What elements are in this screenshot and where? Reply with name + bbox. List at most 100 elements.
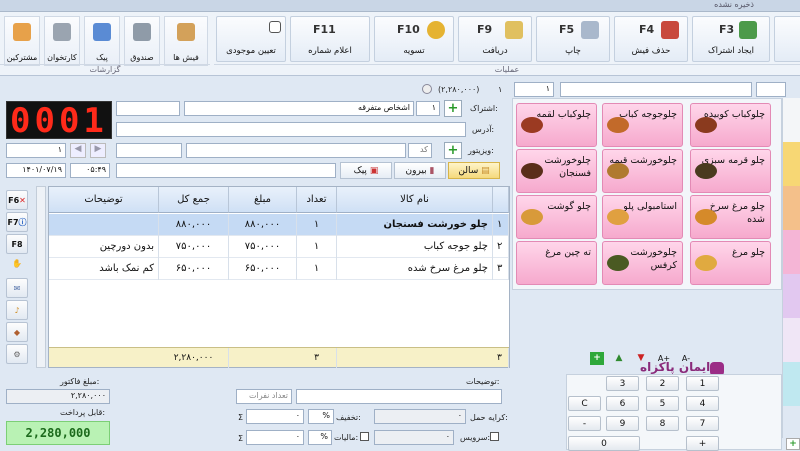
bell-button[interactable]: ♪: [6, 300, 28, 320]
visitor-code-input[interactable]: کد: [408, 143, 432, 158]
chicken-icon: [695, 209, 717, 225]
key-2[interactable]: 2: [646, 376, 679, 391]
key-3[interactable]: 3: [606, 376, 639, 391]
order-search-input[interactable]: [560, 82, 752, 97]
date-input[interactable]: ۱۴۰۱/۰۷/۱۹: [6, 163, 66, 178]
menu-item[interactable]: چلو مرغ سرخ شده: [690, 195, 771, 239]
f8-hand-button[interactable]: F8✋: [6, 234, 28, 268]
table-row[interactable]: کم نمک باشد ۶۵۰,۰۰۰ ۶۵۰,۰۰۰ ۱ چلو مرغ سر…: [49, 258, 509, 280]
f6-delete-row-button[interactable]: F6✕: [6, 190, 28, 210]
time-input[interactable]: ۰۵:۴۹: [70, 163, 110, 178]
add-subscription-button[interactable]: +: [444, 100, 462, 117]
cashbox-button[interactable]: صندوق: [124, 16, 160, 66]
cardex-button[interactable]: کارتخوان: [44, 16, 80, 66]
courier-type-button[interactable]: پیک ▣: [340, 162, 392, 179]
order-page-input[interactable]: ۱: [514, 82, 554, 97]
f7-info-button[interactable]: F7ⓘ: [6, 212, 28, 232]
key-7[interactable]: 7: [686, 416, 719, 431]
shipping-input[interactable]: ۰: [374, 409, 466, 424]
items-count-input[interactable]: تعداد نفرات: [236, 389, 292, 404]
invoices-button[interactable]: فیش ها: [164, 16, 208, 66]
tax-amount-input[interactable]: ۰: [246, 430, 304, 445]
key-1[interactable]: 1: [686, 376, 719, 391]
settings-button[interactable]: ⚙: [6, 344, 28, 364]
category-swatch[interactable]: [783, 318, 800, 362]
subscription-extra-input[interactable]: [116, 101, 180, 116]
receive-button[interactable]: F9 دریافت: [458, 16, 532, 62]
add-visitor-button[interactable]: +: [444, 142, 462, 159]
key-clear[interactable]: C: [568, 396, 601, 411]
key-plus[interactable]: +: [686, 436, 719, 451]
settle-button[interactable]: F10 تسویه: [374, 16, 454, 62]
more-ribbon-button[interactable]: [774, 16, 800, 62]
menu-item[interactable]: چلو قرمه سبزی: [690, 149, 771, 193]
table-row[interactable]: بدون دورچین ۷۵۰,۰۰۰ ۷۵۰,۰۰۰ ۱ چلو جوجه ک…: [49, 236, 509, 258]
message-button[interactable]: ✉: [6, 278, 28, 298]
announce-number-button[interactable]: F11 اعلام شماره: [290, 16, 370, 62]
discount-amount-input[interactable]: ۰: [246, 409, 304, 424]
sigma-tax: Σ: [238, 434, 244, 443]
service-input[interactable]: ۰: [374, 430, 454, 445]
discount-percent-input[interactable]: %: [308, 409, 334, 424]
subscription-no-input[interactable]: ۱: [416, 101, 440, 116]
menu-item[interactable]: ته چین مرغ: [516, 241, 597, 285]
takeout-type-button[interactable]: بیرون ▮: [394, 162, 446, 179]
key-4[interactable]: 4: [686, 396, 719, 411]
category-swatch[interactable]: [783, 274, 800, 318]
side-search-input[interactable]: [756, 82, 786, 97]
address-input[interactable]: [116, 122, 466, 137]
key-9[interactable]: 9: [606, 416, 639, 431]
key-0[interactable]: 0: [568, 436, 640, 451]
category-swatch[interactable]: [783, 142, 800, 186]
visitor-extra-input[interactable]: [116, 143, 182, 158]
food-button[interactable]: ◆: [6, 322, 28, 342]
add-category-button[interactable]: +: [786, 438, 800, 450]
table-row[interactable]: ۸۸۰,۰۰۰ ۸۸۰,۰۰۰ ۱ چلو خورشت فسنجان ۱: [49, 214, 509, 236]
add-item-button[interactable]: +: [590, 352, 604, 365]
key-minus[interactable]: -: [568, 416, 601, 431]
category-swatch[interactable]: [783, 362, 800, 406]
key-8[interactable]: 8: [646, 416, 679, 431]
courier-button[interactable]: پیک: [84, 16, 120, 66]
delete-invoice-button[interactable]: F4 حذف فیش: [614, 16, 688, 62]
category-swatch[interactable]: [783, 186, 800, 230]
chicken-icon: [695, 255, 717, 271]
print-button[interactable]: F5 چاپ: [536, 16, 610, 62]
menu-item[interactable]: چلوخورشت قیمه: [602, 149, 683, 193]
shipping-label: کرایه حمل:: [470, 413, 508, 422]
menu-item[interactable]: چلوکباب کوبیده: [690, 103, 771, 147]
grid-scrollbar[interactable]: [36, 186, 46, 368]
menu-item[interactable]: چلوکباب لقمه: [516, 103, 597, 147]
tax-percent-input[interactable]: %: [308, 430, 332, 445]
order-note-input[interactable]: [116, 163, 336, 178]
key-5[interactable]: 5: [646, 396, 679, 411]
prev-arrow-icon[interactable]: ◀: [70, 143, 86, 158]
menu-item[interactable]: چلو مرغ: [690, 241, 771, 285]
service-checkbox[interactable]: [490, 432, 499, 441]
customers-button[interactable]: مشترکین: [4, 16, 40, 66]
inventory-button[interactable]: تعیین موجودی: [216, 16, 286, 62]
visitor-name-input[interactable]: [186, 143, 406, 158]
discount-label: تخفیف:: [336, 413, 361, 422]
hand-icon: ✋: [12, 259, 22, 268]
subscription-name-input[interactable]: اشخاص متفرقه: [184, 101, 414, 116]
move-up-icon[interactable]: ▲: [612, 352, 626, 365]
header-qty: تعداد: [297, 187, 337, 213]
title-bar: ذخیره نشده: [0, 0, 800, 12]
stew-icon: [607, 163, 629, 179]
page-no-input[interactable]: ۱: [6, 143, 66, 158]
menu-item[interactable]: چلو گوشت: [516, 195, 597, 239]
menu-item[interactable]: چلوخورشت کرفس: [602, 241, 683, 285]
hall-type-button[interactable]: سالن ▤: [448, 162, 500, 179]
menu-item[interactable]: چلوجوجه کباب: [602, 103, 683, 147]
menu-item[interactable]: چلوخورشت فسنجان: [516, 149, 597, 193]
notes-input[interactable]: [296, 389, 502, 404]
menu-item[interactable]: استامبولی پلو: [602, 195, 683, 239]
create-subscription-button[interactable]: F3 ایجاد اشتراک: [692, 16, 770, 62]
key-6[interactable]: 6: [606, 396, 639, 411]
tax-checkbox[interactable]: [360, 432, 369, 441]
category-swatch[interactable]: [783, 98, 800, 142]
collapse-icon[interactable]: [422, 84, 432, 94]
next-arrow-icon[interactable]: ▶: [90, 143, 106, 158]
category-swatch[interactable]: [783, 230, 800, 274]
